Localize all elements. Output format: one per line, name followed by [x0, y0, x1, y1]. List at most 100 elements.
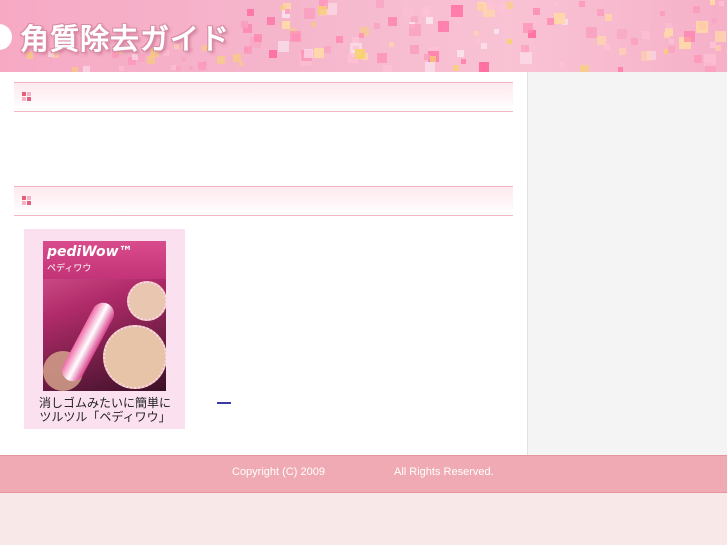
header-square-decoration [477, 1, 487, 11]
header-square-decoration [666, 23, 673, 30]
header-square-decoration [289, 30, 301, 42]
header-square-decoration [692, 6, 700, 14]
header-square-decoration [695, 20, 708, 33]
header-square-decoration [669, 38, 675, 44]
header-square-decoration [659, 11, 665, 17]
header-square-decoration [451, 5, 464, 18]
header-square-decoration [715, 44, 722, 51]
header-square-decoration [479, 61, 490, 72]
header-square-decoration [408, 23, 421, 36]
product-image[interactable]: pediWow™ ペディワウ [43, 241, 166, 391]
header-square-decoration [683, 30, 695, 42]
rights-text: All Rights Reserved. [394, 466, 494, 478]
header-square-decoration [424, 53, 431, 60]
header-square-decoration [421, 10, 429, 18]
header-square-decoration [425, 61, 436, 72]
copyright-text: Copyright (C) 2009 [232, 466, 325, 478]
header-square-decoration [247, 8, 254, 16]
header-square-decoration [709, 42, 716, 49]
header-square-decoration [604, 44, 611, 51]
header-square-decoration [586, 26, 598, 38]
section-heading-bar-1 [14, 82, 513, 112]
header-square-decoration [267, 17, 276, 26]
header-square-decoration [604, 14, 612, 22]
product-caption[interactable]: 消しゴムみたいに簡単に ツルツル「ペディワウ」 [26, 396, 184, 424]
header-square-decoration [240, 21, 248, 29]
header-circle-decoration [0, 24, 12, 50]
header-square-decoration [336, 35, 344, 43]
header-square-decoration [456, 50, 464, 58]
small-link[interactable] [217, 402, 231, 404]
header-square-decoration [304, 8, 316, 20]
header-square-decoration [304, 49, 314, 59]
header-square-decoration [376, 53, 387, 64]
header-square-decoration [619, 48, 627, 56]
header-square-decoration [376, 0, 385, 8]
header-square-decoration [640, 50, 651, 61]
header-square-decoration [715, 31, 727, 43]
header-square-decoration [493, 28, 499, 34]
header-square-decoration [355, 49, 366, 60]
site-footer: Copyright (C) 2009 All Rights Reserved. [0, 455, 727, 493]
header-square-decoration [118, 66, 124, 72]
header-square-decoration [403, 7, 414, 18]
header-square-decoration [533, 8, 541, 16]
header-square-decoration [519, 52, 532, 65]
header-square-decoration [486, 2, 495, 11]
header-square-decoration [277, 41, 289, 52]
header-square-decoration [388, 41, 394, 47]
product-caption-line-1: 消しゴムみたいに簡単に [38, 396, 171, 410]
header-square-decoration [282, 20, 291, 29]
sidebar [528, 72, 727, 455]
product-caption-line-2: ツルツル「ペディワウ」 [39, 410, 171, 424]
header-square-decoration [546, 18, 554, 26]
header-square-decoration [410, 44, 420, 54]
header-square-decoration [310, 22, 316, 28]
header-square-decoration [499, 3, 508, 12]
header-square-decoration [554, 0, 560, 6]
header-square-decoration [388, 16, 398, 26]
header-square-decoration [269, 50, 278, 59]
header-square-decoration [197, 61, 206, 70]
header-square-decoration [232, 53, 241, 62]
header-square-decoration [719, 0, 725, 6]
square-bullet-icon [22, 196, 32, 206]
header-square-decoration [188, 66, 193, 71]
header-square-decoration [558, 62, 564, 68]
header-square-decoration [712, 17, 718, 23]
header-square-decoration [631, 38, 639, 46]
header-square-decoration [523, 23, 534, 34]
site-header: 角質除去ガイド [0, 0, 727, 72]
header-square-decoration [580, 65, 590, 72]
header-square-decoration [238, 62, 243, 67]
header-square-decoration [426, 16, 434, 24]
header-square-decoration [453, 64, 460, 71]
header-square-decoration [473, 31, 479, 37]
header-square-decoration [642, 30, 651, 39]
product-logo-kana: ペディワウ [47, 264, 92, 274]
header-square-decoration [324, 45, 332, 53]
header-square-decoration [175, 66, 181, 72]
header-square-decoration [253, 33, 262, 42]
header-square-decoration [554, 13, 566, 25]
header-square-decoration [507, 38, 513, 44]
header-square-decoration [244, 48, 249, 53]
header-square-decoration [694, 54, 703, 63]
header-square-decoration [285, 9, 291, 15]
header-square-decoration [480, 43, 487, 50]
header-square-decoration [317, 6, 327, 16]
header-square-decoration [667, 45, 675, 53]
header-square-decoration [359, 32, 365, 38]
header-square-decoration [383, 64, 393, 72]
header-square-decoration [461, 58, 467, 64]
header-square-decoration [373, 23, 380, 30]
header-square-decoration [617, 29, 628, 40]
square-bullet-icon [22, 92, 32, 102]
header-square-decoration [665, 28, 674, 37]
header-square-decoration [438, 21, 450, 33]
product-logo-bar: pediWow™ ペディワウ [43, 241, 166, 279]
header-square-decoration [596, 35, 606, 45]
site-title[interactable]: 角質除去ガイド [20, 16, 230, 58]
header-square-decoration [596, 8, 604, 16]
header-square-decoration [709, 0, 715, 6]
